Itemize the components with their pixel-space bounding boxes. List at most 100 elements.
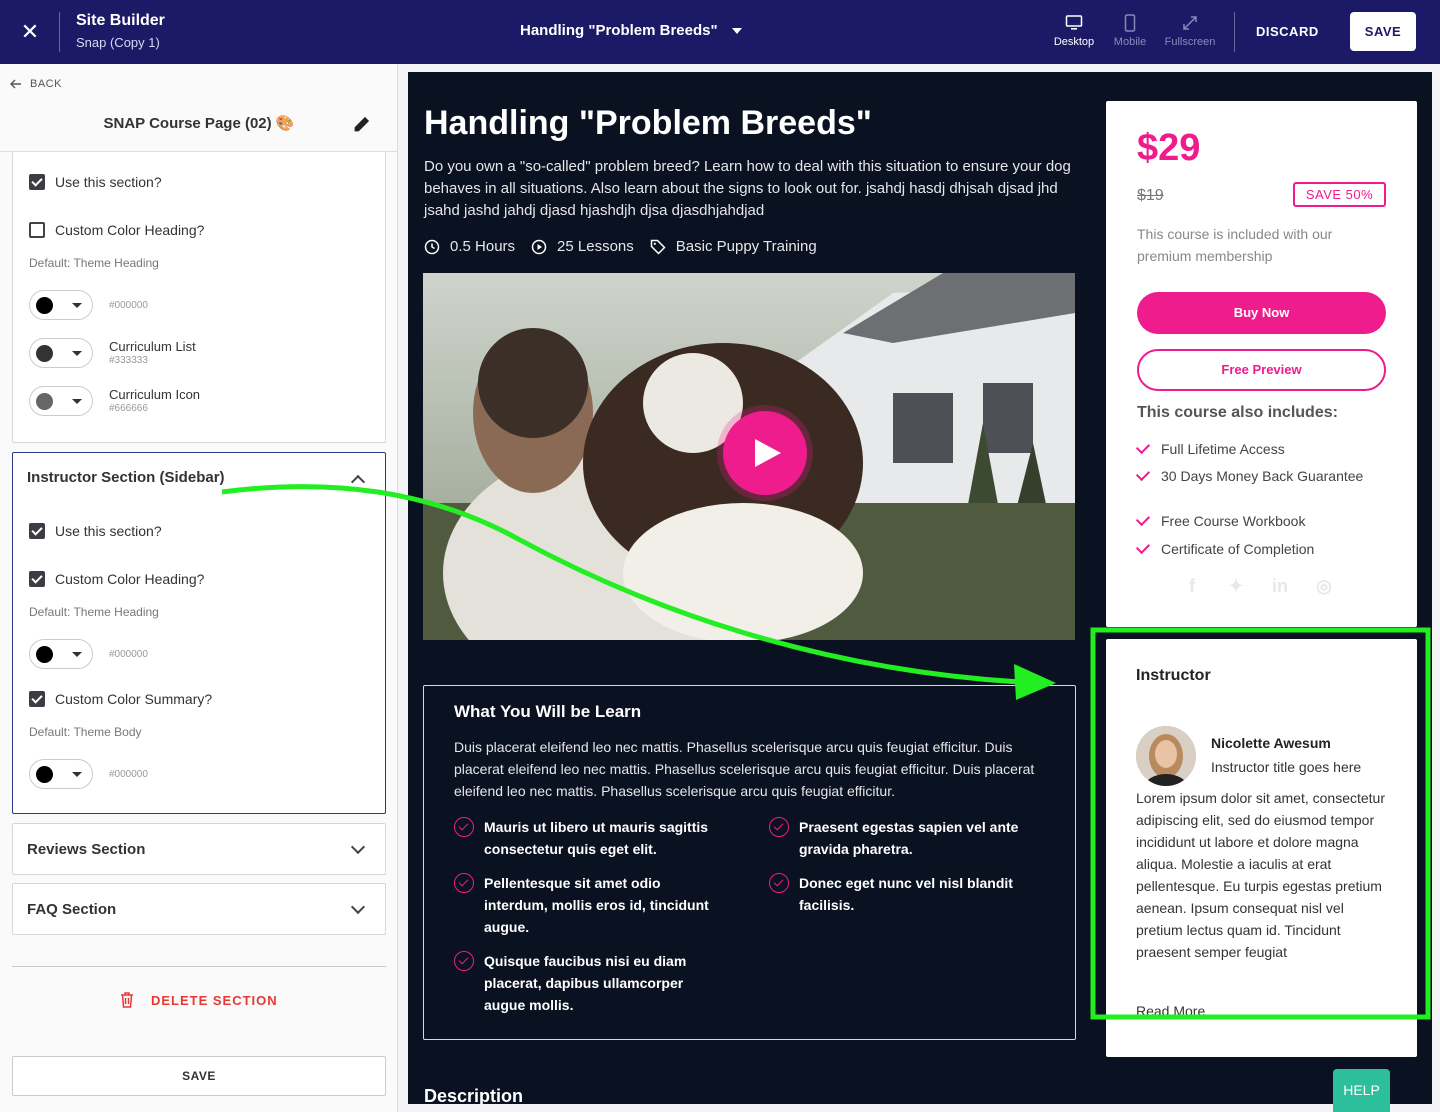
summary-color-hex: #000000 (109, 769, 148, 780)
device-mobile[interactable]: Mobile (1100, 14, 1160, 48)
arrow-left-icon (10, 79, 21, 89)
duration-meta: 0.5 Hours (424, 238, 515, 255)
desktop-icon (1065, 15, 1083, 30)
caret-down-icon (72, 652, 82, 657)
chevron-down-icon (731, 27, 742, 34)
learn-item-text: Pellentesque sit amet odio interdum, mol… (484, 875, 709, 935)
learn-item-text: Donec eget nunc vel nisl blandit facilis… (799, 875, 1013, 913)
buy-now-button[interactable]: Buy Now (1137, 292, 1386, 334)
fullscreen-icon (1183, 16, 1197, 30)
page-selector-label: Handling "Problem Breeds" (520, 22, 718, 39)
learn-item-text: Quisque faucibus nisi eu diam placerat, … (484, 953, 687, 1013)
help-button[interactable]: HELP (1333, 1069, 1390, 1112)
page-selector[interactable]: Handling "Problem Breeds" (520, 22, 742, 39)
divider (59, 12, 60, 52)
divider (12, 966, 386, 967)
device-desktop[interactable]: Desktop (1044, 14, 1104, 48)
learn-item: Quisque faucibus nisi eu diam placerat, … (454, 950, 724, 1016)
tag-icon (650, 239, 666, 255)
color-dot (36, 345, 53, 362)
curriculum-icon-hex: #666666 (109, 403, 148, 414)
use-section-checkbox[interactable]: Use this section? (29, 174, 162, 190)
learn-item: Mauris ut libero ut mauris sagittis cons… (454, 816, 724, 860)
pencil-icon[interactable] (352, 114, 372, 134)
learn-item: Donec eget nunc vel nisl blandit facilis… (769, 872, 1039, 916)
trash-icon (121, 992, 134, 1008)
panel-title: SNAP Course Page (02) 🎨 (103, 115, 295, 132)
device-desktop-label: Desktop (1053, 36, 1095, 48)
feature-text: 30 Days Money Back Guarantee (1161, 468, 1364, 484)
reviews-section-card[interactable]: Reviews Section (12, 823, 386, 875)
linkedin-icon[interactable]: in (1270, 576, 1290, 596)
custom-heading-label: Custom Color Heading? (55, 571, 205, 587)
avatar (1136, 726, 1196, 786)
instructor-bio: Lorem ipsum dolor sit amet, consectetur … (1136, 790, 1385, 960)
feature-text: Certificate of Completion (1161, 541, 1315, 557)
free-preview-button[interactable]: Free Preview (1137, 349, 1386, 391)
feature-item: Certificate of Completion (1135, 539, 1377, 558)
discard-button[interactable]: DISCARD (1256, 24, 1319, 39)
feature-text: Free Course Workbook (1161, 513, 1306, 529)
category-label: Basic Puppy Training (675, 238, 817, 255)
membership-note: This course is included with our premium… (1137, 226, 1333, 264)
chevron-down-icon[interactable] (350, 899, 366, 915)
custom-summary-checkbox[interactable]: Custom Color Summary? (29, 691, 212, 707)
check-circle-icon (769, 873, 789, 893)
caret-down-icon (72, 303, 82, 308)
course-video[interactable] (423, 273, 1075, 640)
heading-color-picker[interactable] (29, 290, 93, 320)
reviews-section-title: Reviews Section (27, 841, 146, 858)
divider (1234, 12, 1235, 52)
custom-heading-checkbox[interactable]: Custom Color Heading? (29, 222, 204, 238)
instructor-section-card: Instructor Section (Sidebar) Use this se… (12, 452, 386, 814)
instructor-title: Instructor title goes here (1211, 759, 1362, 775)
save-button[interactable]: SAVE (1350, 12, 1416, 51)
play-button-icon[interactable] (723, 411, 807, 495)
back-button[interactable]: BACK (10, 78, 62, 90)
facebook-icon[interactable]: f (1182, 576, 1202, 596)
what-you-will-learn-section: What You Will be Learn Duis placerat ele… (423, 685, 1076, 1040)
instructor-section-title[interactable]: Instructor Section (Sidebar) (27, 469, 225, 486)
use-section-checkbox[interactable]: Use this section? (29, 523, 162, 539)
whatsapp-icon[interactable]: ◎ (1314, 576, 1334, 596)
chevron-down-icon[interactable] (350, 839, 366, 855)
curriculum-list-color-picker[interactable] (29, 338, 93, 368)
check-icon (1135, 466, 1151, 482)
curriculum-icon-label: Curriculum Icon (109, 387, 201, 402)
social-share: f ✦ in ◎ (1182, 576, 1334, 596)
device-fullscreen[interactable]: Fullscreen (1160, 14, 1220, 48)
learn-item-text: Praesent egestas sapien vel ante gravida… (799, 819, 1019, 857)
caret-down-icon (72, 399, 82, 404)
curriculum-list-hex: #333333 (109, 355, 148, 366)
heading-color-hex: #000000 (109, 649, 148, 660)
check-circle-icon (454, 951, 474, 971)
chevron-up-icon[interactable] (350, 474, 366, 490)
custom-heading-checkbox[interactable]: Custom Color Heading? (29, 571, 204, 587)
site-name: Snap (Copy 1) (76, 35, 160, 50)
includes-heading: This course also includes: (1137, 404, 1338, 421)
checkbox-checked-icon (29, 571, 45, 587)
checkbox-checked-icon (29, 174, 45, 190)
instructor-card: Instructor Nicolette Awesum Instructor t… (1106, 639, 1417, 1057)
delete-section-button[interactable]: DELETE SECTION (0, 992, 398, 1008)
panel-save-button[interactable]: SAVE (12, 1056, 386, 1096)
feature-text: Full Lifetime Access (1161, 441, 1285, 457)
top-bar: ✕ Site Builder Snap (Copy 1) Handling "P… (0, 0, 1440, 64)
device-fullscreen-label: Fullscreen (1164, 36, 1216, 48)
heading-color-picker[interactable] (29, 639, 93, 669)
category-meta: Basic Puppy Training (650, 238, 817, 255)
summary-default-hint: Default: Theme Body (29, 725, 142, 739)
lessons-label: 25 Lessons (557, 238, 634, 255)
custom-summary-label: Custom Color Summary? (55, 691, 213, 707)
curriculum-section-card: Use this section? Custom Color Heading? … (12, 152, 386, 443)
faq-section-card[interactable]: FAQ Section (12, 883, 386, 935)
feature-item: Full Lifetime Access (1135, 439, 1377, 458)
read-more-link[interactable]: Read More (1136, 1003, 1205, 1019)
twitter-icon[interactable]: ✦ (1226, 576, 1246, 596)
summary-color-picker[interactable] (29, 759, 93, 789)
back-label: BACK (30, 78, 62, 90)
curriculum-icon-color-picker[interactable] (29, 386, 93, 416)
caret-down-icon (72, 351, 82, 356)
close-icon[interactable]: ✕ (18, 20, 42, 44)
instructor-heading: Instructor (1136, 667, 1211, 684)
